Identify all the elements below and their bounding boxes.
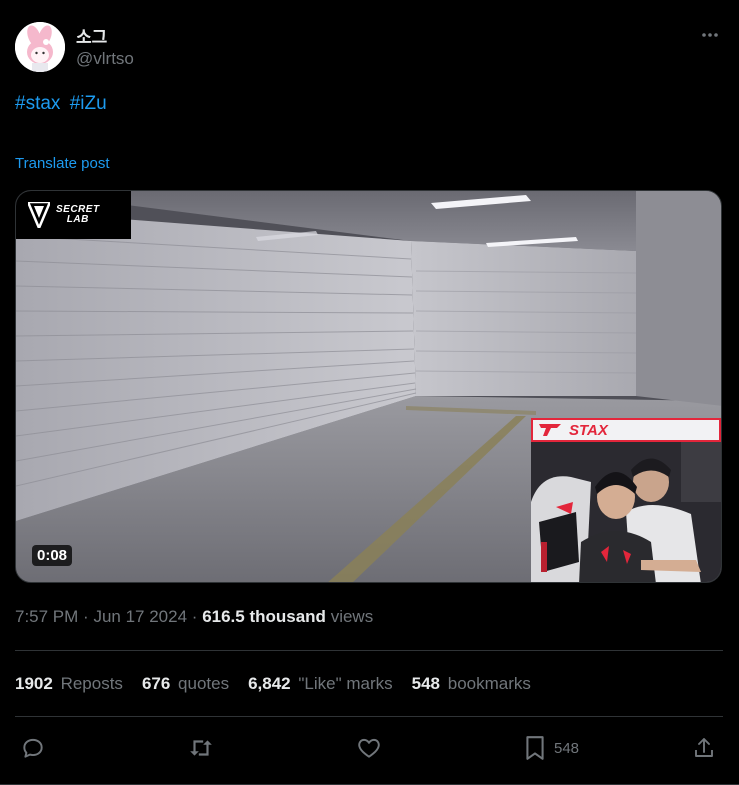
likes-count: 6,842 (248, 674, 291, 693)
reposts-label: Reposts (60, 674, 123, 693)
avatar[interactable] (15, 22, 65, 72)
views-count: 616.5 thousand (202, 607, 326, 626)
video-duration: 0:08 (32, 545, 73, 566)
post-meta: 7:57 PM · Jun 17 2024 · 616.5 thousand v… (15, 607, 373, 627)
quotes-stat[interactable]: 676 quotes (142, 674, 229, 694)
likes-label: "Like" marks (298, 674, 393, 693)
post-date[interactable]: Jun 17 2024 (93, 607, 187, 626)
like-button[interactable] (356, 730, 382, 766)
reply-icon (23, 738, 43, 758)
hashtag-stax[interactable]: #stax (15, 93, 60, 114)
divider (15, 650, 723, 651)
avatar-image (15, 22, 65, 72)
meta-separator-1: · (83, 607, 89, 626)
repost-icon (190, 740, 212, 756)
meta-separator-2: · (191, 607, 198, 626)
bookmark-icon (526, 736, 544, 760)
secretlab-icon (28, 202, 50, 228)
bookmark-button[interactable]: 548 (524, 730, 579, 766)
reposts-stat[interactable]: 1902 Reposts (15, 674, 123, 694)
webcam-overlay: STAX (531, 418, 721, 582)
divider (15, 716, 723, 717)
t1-logo-icon (539, 424, 561, 436)
action-bar: 548 (0, 730, 739, 766)
post: 소그 @vlrtso #stax #iZu Translate post SEC… (0, 0, 739, 785)
more-icon (702, 33, 718, 37)
team-banner: STAX (531, 418, 721, 442)
share-button[interactable] (692, 730, 716, 766)
likes-stat[interactable]: 6,842 "Like" marks (248, 674, 393, 694)
bookmarks-count: 548 (411, 674, 441, 693)
heart-icon (358, 738, 380, 758)
brand-line-2: LAB (66, 214, 89, 225)
bookmarks-label: bookmarks (447, 674, 531, 693)
secretlab-logo: SECRET LAB (16, 191, 131, 239)
hashtag-izu[interactable]: #iZu (70, 93, 107, 114)
bookmarks-stat[interactable]: 548 bookmarks (412, 674, 531, 694)
quotes-label: quotes (178, 674, 230, 693)
views-label: views (330, 607, 374, 626)
post-text: #stax #iZu (15, 93, 111, 115)
repost-button[interactable] (187, 730, 215, 766)
translate-post-link[interactable]: Translate post (15, 155, 110, 172)
quotes-count: 676 (141, 674, 171, 693)
engagement-stats: 1902 Reposts 676 quotes 6,842 "Like" mar… (15, 674, 531, 694)
bookmark-count: 548 (554, 739, 580, 757)
reply-button[interactable] (20, 730, 46, 766)
webcam-feed (531, 442, 721, 582)
share-icon (695, 738, 713, 757)
handle[interactable]: @vlrtso (76, 49, 134, 69)
video-player[interactable]: SECRET LAB STAX 0:08 (15, 190, 722, 583)
reposts-count: 1902 (15, 674, 53, 693)
post-time[interactable]: 7:57 PM (15, 607, 78, 626)
more-button[interactable] (697, 22, 723, 48)
team-banner-name: STAX (569, 421, 608, 439)
display-name[interactable]: 소그 (76, 23, 107, 48)
